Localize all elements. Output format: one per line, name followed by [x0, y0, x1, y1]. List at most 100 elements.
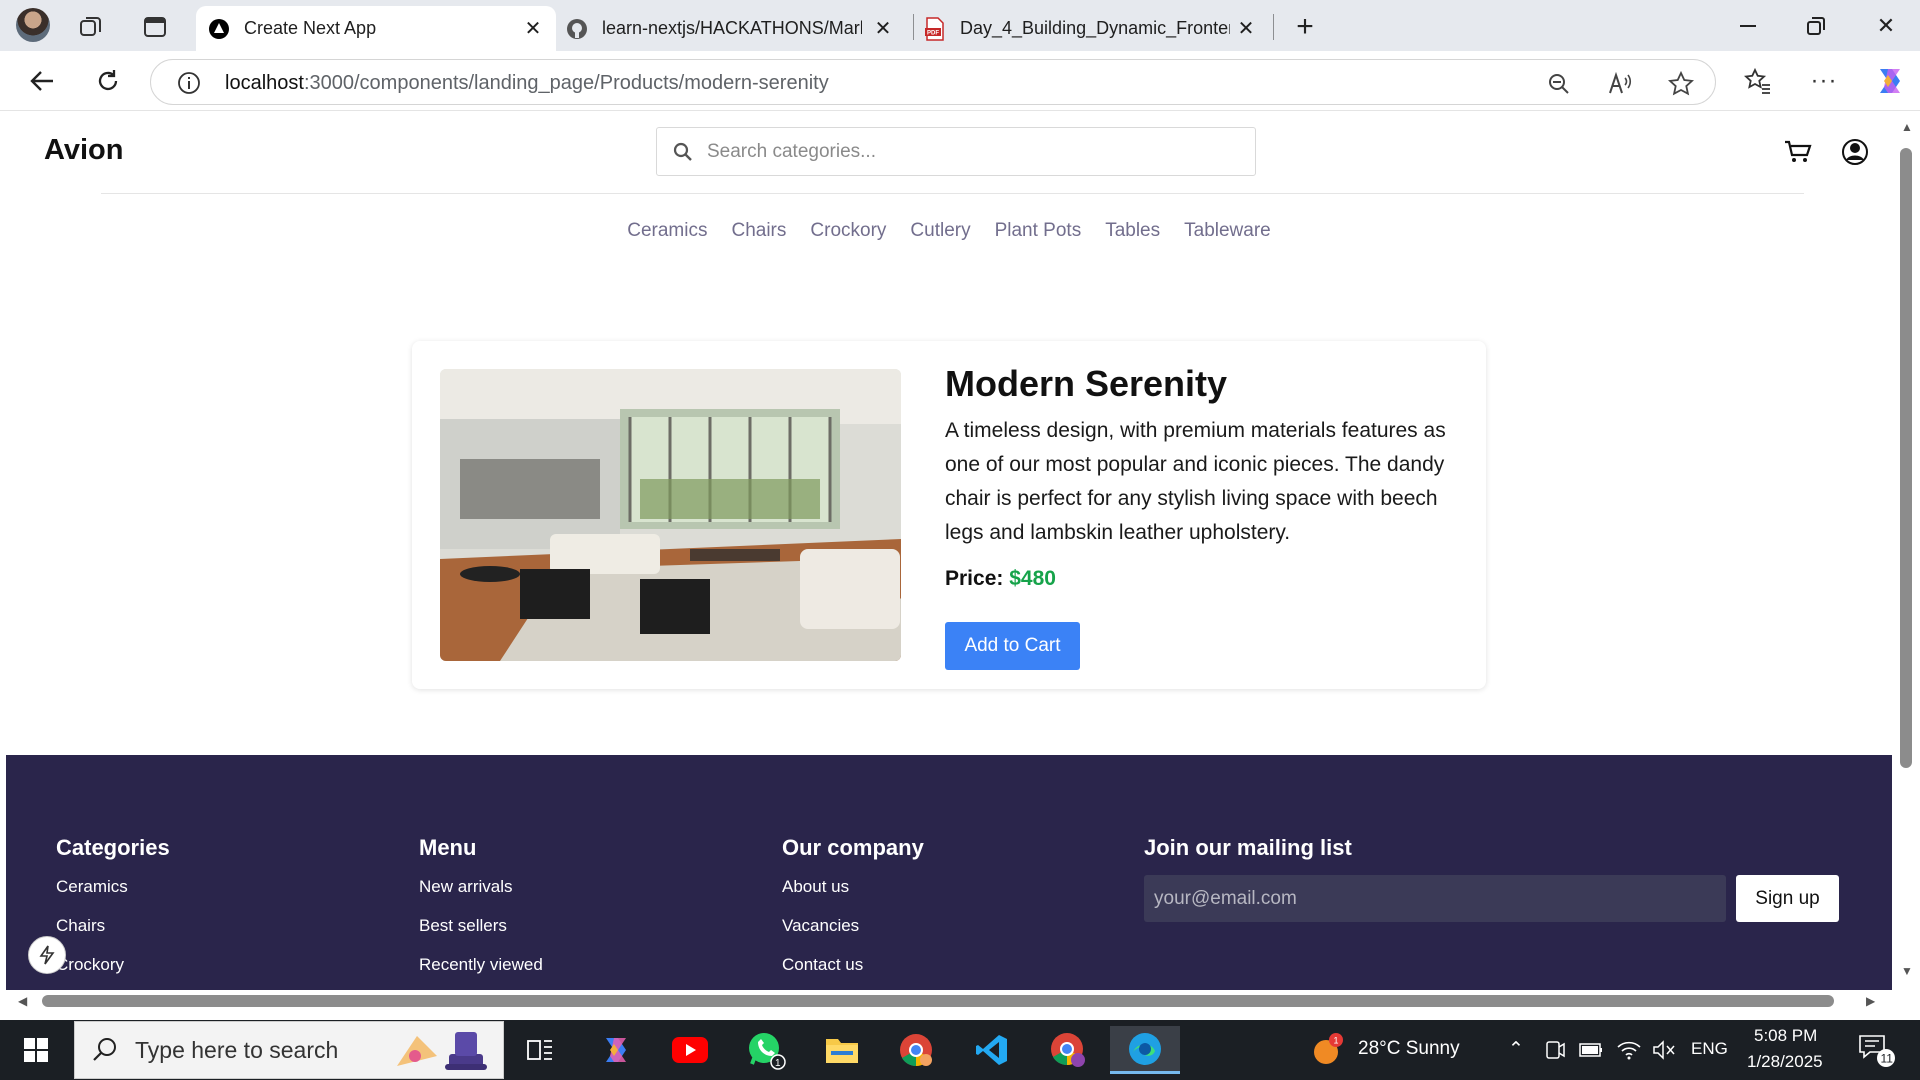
- tab-separator: [1273, 14, 1274, 40]
- product-image: [440, 369, 901, 661]
- category-link-tables[interactable]: Tables: [1105, 220, 1160, 242]
- vscode-app-icon[interactable]: [962, 1026, 1022, 1074]
- search-input[interactable]: [707, 140, 1227, 163]
- copilot-app-icon[interactable]: [586, 1026, 646, 1074]
- whatsapp-app-icon[interactable]: 1: [736, 1026, 796, 1074]
- site-footer: Categories Ceramics Chairs Crockory Menu…: [6, 755, 1892, 990]
- speaker-muted-icon[interactable]: [1652, 1039, 1676, 1061]
- refresh-icon[interactable]: [88, 63, 128, 99]
- clock-date[interactable]: 1/28/2025: [1747, 1052, 1823, 1072]
- whatsapp-badge: 1: [775, 1058, 781, 1069]
- search-highlight-illustration-icon: [397, 1032, 487, 1070]
- show-hidden-icons-chevron-icon[interactable]: ⌃: [1508, 1038, 1524, 1061]
- search-box[interactable]: [656, 127, 1256, 176]
- weather-badge: 1: [1334, 1036, 1339, 1046]
- email-field[interactable]: [1144, 875, 1726, 922]
- close-tab-icon[interactable]: ✕: [522, 17, 544, 40]
- url-host: localhost: [225, 72, 304, 94]
- vertical-tabs-icon[interactable]: [140, 12, 170, 42]
- footer-link[interactable]: Best sellers: [419, 916, 543, 935]
- edge-app-icon[interactable]: [1110, 1026, 1180, 1074]
- category-link-crockory[interactable]: Crockory: [810, 220, 886, 242]
- windows-start-icon[interactable]: [6, 1026, 66, 1074]
- footer-heading: Menu: [419, 835, 477, 860]
- category-link-tableware[interactable]: Tableware: [1184, 220, 1271, 242]
- footer-link[interactable]: About us: [782, 877, 924, 896]
- footer-mailing: Join our mailing list: [1144, 835, 1352, 877]
- notification-count: 11: [1881, 1052, 1894, 1066]
- footer-heading: Our company: [782, 835, 924, 860]
- footer-link[interactable]: Contact us: [782, 955, 924, 974]
- taskbar-search-box[interactable]: Type here to search: [74, 1021, 504, 1079]
- zoom-out-icon[interactable]: [1545, 70, 1573, 98]
- address-bar[interactable]: localhost:3000/components/landing_page/P…: [150, 59, 1716, 105]
- back-arrow-icon[interactable]: [22, 63, 62, 99]
- horizontal-scrollbar[interactable]: ◀ ▶: [0, 990, 1892, 1012]
- file-explorer-icon[interactable]: [812, 1026, 872, 1074]
- copilot-icon[interactable]: [1870, 63, 1910, 99]
- tab-pdf[interactable]: PDF Day_4_Building_Dynamic_Fronten ✕: [924, 6, 1269, 51]
- clock-time[interactable]: 5:08 PM: [1754, 1026, 1817, 1046]
- footer-link[interactable]: Crockory: [56, 955, 170, 974]
- category-link-ceramics[interactable]: Ceramics: [627, 220, 707, 242]
- url-text[interactable]: localhost:3000/components/landing_page/P…: [225, 72, 829, 95]
- site-info-icon[interactable]: [177, 71, 201, 95]
- category-link-cutlery[interactable]: Cutlery: [910, 220, 970, 242]
- nextjs-dev-indicator-icon[interactable]: [28, 936, 66, 974]
- add-to-cart-button[interactable]: Add to Cart: [945, 622, 1080, 670]
- browser-toolbar: localhost:3000/components/landing_page/P…: [0, 51, 1920, 111]
- read-aloud-icon[interactable]: [1607, 70, 1635, 98]
- new-tab-plus-icon[interactable]: +: [1290, 10, 1320, 43]
- workspaces-icon[interactable]: [76, 12, 106, 42]
- scroll-down-arrow-icon[interactable]: ▼: [1901, 964, 1913, 978]
- favorite-star-icon[interactable]: [1667, 70, 1695, 98]
- nextjs-favicon-icon: [208, 18, 230, 40]
- chrome-profile-app-icon[interactable]: [1038, 1026, 1098, 1074]
- footer-link[interactable]: Chairs: [56, 916, 170, 935]
- footer-link[interactable]: Recently viewed: [419, 955, 543, 974]
- chrome-app-icon[interactable]: [886, 1026, 946, 1074]
- category-link-chairs[interactable]: Chairs: [731, 220, 786, 242]
- scroll-left-arrow-icon[interactable]: ◀: [18, 994, 27, 1008]
- favorites-icon[interactable]: [1738, 63, 1778, 99]
- profile-avatar[interactable]: [16, 8, 50, 42]
- footer-link[interactable]: New arrivals: [419, 877, 543, 896]
- meet-now-icon[interactable]: [1544, 1039, 1566, 1061]
- price-value: $480: [1009, 567, 1056, 590]
- notification-center-icon[interactable]: 11: [1856, 1030, 1896, 1070]
- close-tab-icon[interactable]: ✕: [872, 17, 894, 40]
- cart-icon[interactable]: [1783, 137, 1813, 167]
- search-icon: [93, 1038, 116, 1061]
- weather-sun-icon[interactable]: 1: [1310, 1032, 1346, 1068]
- scroll-up-arrow-icon[interactable]: ▲: [1901, 120, 1913, 134]
- tab-github[interactable]: learn-nextjs/HACKATHONS/Mark ✕: [566, 6, 906, 51]
- url-path: :3000/components/landing_page/Products/m…: [303, 72, 829, 94]
- product-description: A timeless design, with premium material…: [945, 419, 1446, 544]
- product-price: Price: $480: [945, 567, 1056, 591]
- footer-link[interactable]: Vacancies: [782, 916, 924, 935]
- weather-text[interactable]: 28°C Sunny: [1358, 1038, 1460, 1060]
- minimize-button[interactable]: [1718, 0, 1778, 51]
- task-view-icon[interactable]: [510, 1026, 570, 1074]
- more-options-icon[interactable]: ···: [1804, 63, 1844, 99]
- restore-button[interactable]: [1786, 0, 1846, 51]
- tab-label: Create Next App: [244, 18, 377, 38]
- close-window-button[interactable]: ✕: [1856, 0, 1916, 51]
- scroll-right-arrow-icon[interactable]: ▶: [1866, 994, 1875, 1008]
- user-profile-icon[interactable]: [1840, 137, 1870, 167]
- tab-create-next-app[interactable]: Create Next App ✕: [196, 6, 556, 51]
- vertical-scroll-thumb[interactable]: [1900, 148, 1912, 768]
- close-tab-icon[interactable]: ✕: [1235, 17, 1257, 40]
- search-icon: [673, 142, 692, 161]
- footer-company: Our company About us Vacancies Contact u…: [782, 835, 924, 990]
- footer-link[interactable]: Ceramics: [56, 877, 170, 896]
- signup-button[interactable]: Sign up: [1736, 875, 1839, 922]
- horizontal-scroll-thumb[interactable]: [42, 995, 1834, 1007]
- language-indicator[interactable]: ENG: [1691, 1039, 1728, 1059]
- brand-logo[interactable]: Avion: [44, 134, 123, 167]
- category-link-plant-pots[interactable]: Plant Pots: [995, 220, 1082, 242]
- vertical-scrollbar[interactable]: ▲ ▼: [1892, 112, 1920, 990]
- battery-icon[interactable]: [1578, 1039, 1604, 1061]
- youtube-app-icon[interactable]: [660, 1026, 720, 1074]
- wifi-icon[interactable]: [1616, 1039, 1642, 1061]
